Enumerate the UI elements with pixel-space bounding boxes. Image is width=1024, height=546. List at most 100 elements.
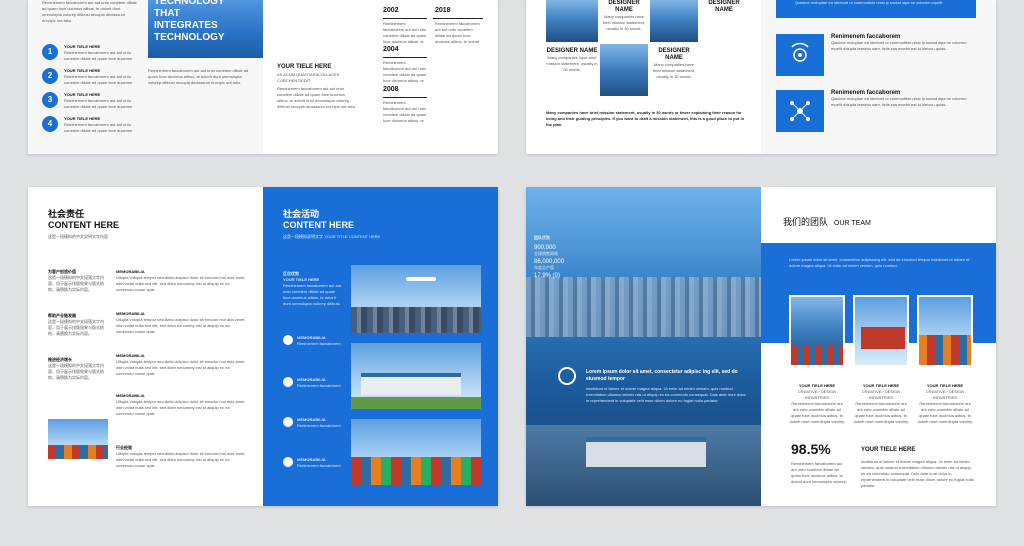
heading-cn: 社会责任: [48, 209, 85, 219]
stat-value: 17.9% (0): [534, 273, 561, 279]
recycle-icon: [558, 367, 576, 385]
year-label: 2004: [383, 46, 399, 53]
left-page-photo: 团队优势 900,000 全球销售网络 86,000,000 年度总产值 17.…: [526, 187, 761, 506]
stats: 团队优势 900,000 全球销售网络 86,000,000 年度总产值 17.…: [534, 235, 624, 279]
stat-label: 全球销售网络: [534, 251, 558, 256]
body-text: Reminemem faccaborem aut aut unto conete…: [148, 68, 249, 85]
team-title-en: OUR TEAM: [834, 220, 871, 227]
left-page: Reminemem faccaborem aut aut unto conete…: [28, 0, 263, 154]
designer-card: DESIGNER NAME Many companies have brief …: [650, 48, 698, 80]
cn-block: 帮助产业链发展 这是一段模拟的中文段落文字内容，用于展示排版效果与版式结构，请替…: [48, 313, 110, 343]
memo-small-sub: Renimenem faccaborem: [297, 383, 341, 388]
step-item: YOUR TIELE HERE Reminemem faccaborem aut…: [64, 44, 144, 62]
container-yard-photo: [351, 419, 481, 485]
headline-line: THAT: [154, 8, 180, 19]
designer-desc: Many companies have brief mission statem…: [602, 14, 646, 31]
percent-value: 98.5%: [791, 441, 831, 457]
lorem-head: Lorem ipsum dolor sit amet, consectetur …: [586, 369, 738, 382]
step-number: 1: [42, 44, 58, 60]
heading-cn: 社会活动: [283, 209, 320, 219]
timeline-rule: [383, 57, 427, 58]
step-number: 3: [42, 92, 58, 108]
circle-icon: [283, 417, 293, 427]
team-col: YOUR TIELE HERE CREATIVE / DESIGN INDUST…: [853, 383, 909, 425]
team-desc: Lorem ipsum dolor sit amet, consectetur …: [789, 257, 970, 268]
band-text: Quisime moluptae ea ideeturit ut commodi…: [795, 0, 943, 5]
team-photo-port: [789, 295, 845, 367]
right-page: 社会活动 CONTENT HERE 这是一段模拟说明文字 YOUR TITLE …: [263, 187, 498, 506]
year-text: Reminemem faccaborem aut aut unto conete…: [435, 21, 480, 43]
year-text: Reminemem faccaborem aut aut unto conete…: [383, 21, 427, 43]
mission-text: Many companies have brief mission statem…: [546, 110, 745, 127]
tiele-sub: AS ACUM QUAOTARIA VILLACES CORCHEN DEDIT: [277, 72, 340, 83]
col-body: Reminemem faccaborem aut aut unto conete…: [789, 401, 845, 424]
bottom-title: YOUR TIELE HERE: [861, 447, 916, 453]
cn-text: 这是一段模拟的中文段落文字内容，用于展示排版效果与版式结构，请替换为实际内容。: [48, 319, 104, 336]
headline-block: TECHNOLOGY THAT INTEGRATES TECHNOLOGY: [148, 0, 263, 58]
right-intro: 区位优势 YOUR TIELE HERE Reminemem faccabore…: [283, 271, 343, 307]
tiele-block: YOUR TIELE HERE AS ACUM QUAOTARIA VILLAC…: [277, 64, 357, 116]
page-heading: 社会责任 CONTENT HERE 这是一段模拟的中文说明文字内容: [48, 207, 119, 240]
circle-icon: [283, 457, 293, 467]
designer-card: DESIGNER NAME Many companies have brief …: [600, 0, 648, 32]
brochure-spread-technology: Reminemem faccaborem aut aut unto conete…: [28, 0, 498, 154]
right-page: Quisime moluptae ea ideeturit ut commodi…: [761, 0, 996, 154]
step-text: Reminemem faccaborem aut aut unto conete…: [64, 98, 133, 109]
network-icon: [776, 90, 824, 132]
cn-text: 这是一段模拟的中文段落文字内容，用于展示排版效果与版式结构，请替换为实际内容。: [48, 275, 104, 292]
bottom-text: incididunt ut labore et dolore magna ali…: [861, 459, 974, 488]
circle-icon: [283, 377, 293, 387]
port-photo: [546, 0, 598, 42]
col-sub: CREATIVE / DESIGN INDUSTRIES: [797, 389, 837, 400]
card-body: Quisime moluptae ea ideeturit ut commodi…: [831, 96, 967, 107]
warehouse: [361, 373, 461, 395]
right-page: YOUR TIELE HERE AS ACUM QUAOTARIA VILLAC…: [263, 0, 498, 154]
team-photo-containers: [917, 295, 973, 367]
brochure-spread-team: 团队优势 900,000 全球销售网络 86,000,000 年度总产值 17.…: [526, 187, 996, 506]
team-col: YOUR TIELE HERE CREATIVE / DESIGN INDUST…: [917, 383, 973, 425]
warehouse-photo: [351, 343, 481, 409]
stats-head: 团队优势: [534, 235, 550, 240]
containers: [48, 445, 108, 459]
memo-block: MEMORABILIA Ullupta volupta tempor secul…: [116, 393, 246, 423]
col-sub: CREATIVE / DESIGN INDUSTRIES: [861, 389, 901, 400]
designer-name: DESIGNER NAME: [608, 0, 640, 13]
left-page: 社会责任 CONTENT HERE 这是一段模拟的中文说明文字内容 为客户创造价…: [28, 187, 263, 506]
step-item: YOUR TIELE HERE Reminemem faccaborem aut…: [64, 92, 144, 110]
memo-small-sub: Renimenem faccaborem: [297, 341, 341, 346]
col-sub: CREATIVE / DESIGN INDUSTRIES: [925, 389, 965, 400]
headline: TECHNOLOGY THAT INTEGRATES TECHNOLOGY: [154, 0, 225, 44]
timeline-rule: [383, 18, 427, 19]
team-col: YOUR TIELE HERE CREATIVE / DESIGN INDUST…: [789, 383, 845, 425]
year-label: 2008: [383, 86, 399, 93]
memo-text: Ullupta volupta tempor secullabo adipisc…: [116, 275, 246, 292]
timeline-rule: [383, 97, 427, 98]
bottom-text: Ullupta volupta tempor secullabo adipisc…: [116, 451, 246, 468]
heading-en: CONTENT HERE: [283, 220, 355, 230]
timeline-rule: [433, 18, 483, 19]
cn-text: 这是一段模拟的中文段落文字内容，用于展示排版效果与版式结构，请替换为实际内容。: [48, 363, 104, 380]
designer-desc: Many companies have brief mission statem…: [546, 55, 598, 72]
designer-desc: Many companies have brief mission statem…: [652, 62, 696, 79]
crane-photo: [650, 0, 698, 42]
memo-text: Ullupta volupta tempor secullabo adipisc…: [116, 399, 246, 416]
stat-label: 年度总产值: [534, 265, 554, 270]
bottom-block: 行业经验 Ullupta volupta tempor secullabo ad…: [116, 445, 246, 475]
truck: [861, 327, 905, 349]
tiele-title: YOUR TIELE HERE: [277, 64, 332, 70]
containers: [919, 335, 971, 365]
memo-text: Ullupta volupta tempor secullabo adipisc…: [116, 317, 246, 334]
heading-sub: 这是一段模拟说明文字 YOUR TITLE CONTENT HERE: [283, 234, 381, 239]
memo-small-sub: Renimenem faccaborem: [297, 423, 341, 428]
grass: [351, 397, 481, 409]
memo-block: MEMORABILIA Ullupta volupta tempor secul…: [116, 353, 246, 383]
containers: [351, 457, 481, 485]
card: Renimenem faccaborem Quisime moluptae ea…: [831, 90, 976, 126]
airplane-icon: [406, 277, 436, 281]
memo-small-sub: Renimenem faccaborem: [297, 463, 341, 468]
headline-line: TECHNOLOGY: [154, 32, 225, 43]
step-number: 4: [42, 116, 58, 132]
page-heading: 社会活动 CONTENT HERE 这是一段模拟说明文字 YOUR TITLE …: [283, 207, 380, 240]
step-item: YOUR TIELE HERE Reminemem faccaborem aut…: [64, 116, 144, 134]
card-body: Quisime moluptae ea ideeturit ut commodi…: [831, 40, 967, 51]
